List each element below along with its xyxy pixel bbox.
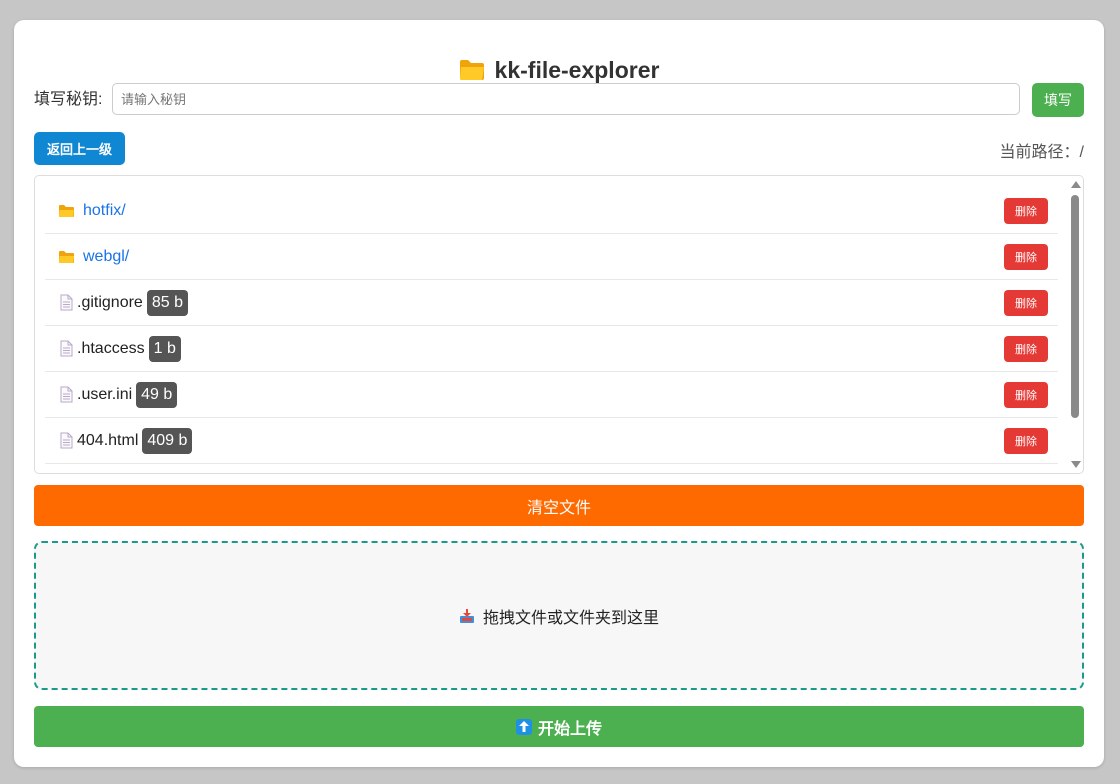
file-row[interactable]: .gitignore 85 b 删除 <box>45 280 1058 326</box>
drop-zone[interactable]: 拖拽文件或文件夹到这里 <box>34 541 1084 690</box>
file-icon <box>60 432 73 449</box>
file-name: 404.html <box>77 431 139 449</box>
file-icon <box>60 386 73 403</box>
scroll-thumb[interactable] <box>1071 195 1079 418</box>
file-name: .user.ini <box>77 385 133 403</box>
delete-button[interactable]: 删除 <box>1004 290 1048 316</box>
file-list[interactable]: hotfix/删除 webgl/删除 .gitignore 85 b 删除 .htacce… <box>34 175 1084 474</box>
file-row[interactable]: .htaccess 1 b 删除 <box>45 326 1058 372</box>
file-name: .htaccess <box>77 339 145 357</box>
delete-button[interactable]: 删除 <box>1004 198 1048 224</box>
file-icon <box>60 340 73 357</box>
secret-key-label: 填写秘钥: <box>34 91 103 108</box>
scroll-down-arrow-icon[interactable] <box>1071 461 1081 468</box>
current-path: 当前路径：/ <box>999 144 1084 161</box>
folder-icon <box>459 60 484 80</box>
start-upload-label: 开始上传 <box>537 720 602 738</box>
file-icon <box>60 294 73 311</box>
folder-link[interactable]: webgl/ <box>83 248 129 266</box>
folder-icon <box>58 203 75 219</box>
delete-button[interactable]: 删除 <box>1004 244 1048 270</box>
back-up-button[interactable]: 返回上一级 <box>34 132 125 165</box>
file-row[interactable]: .user.ini 49 b 删除 <box>45 372 1058 418</box>
secret-key-input[interactable] <box>112 83 1020 115</box>
file-list-items: hotfix/删除 webgl/删除 .gitignore 85 b 删除 .htacce… <box>45 188 1058 464</box>
file-name: .gitignore <box>77 293 143 311</box>
clear-files-button[interactable]: 清空文件 <box>34 485 1084 526</box>
folder-link[interactable]: hotfix/ <box>83 202 126 220</box>
folder-icon <box>58 249 75 265</box>
file-row[interactable]: hotfix/删除 <box>45 188 1058 234</box>
up-arrow-icon <box>515 718 532 735</box>
file-list-scrollbar[interactable] <box>1067 176 1083 473</box>
file-size-badge: 409 b <box>142 427 193 454</box>
file-size-badge: 85 b <box>146 289 188 316</box>
scroll-up-arrow-icon[interactable] <box>1071 181 1081 188</box>
main-card: kk-file-explorer 填写秘钥: 填写 返回上一级 当前路径：/ h… <box>14 20 1104 767</box>
delete-button[interactable]: 删除 <box>1004 336 1048 362</box>
app-title: kk-file-explorer <box>494 56 660 83</box>
delete-button[interactable]: 删除 <box>1004 382 1048 408</box>
file-row[interactable]: webgl/删除 <box>45 234 1058 280</box>
file-size-badge: 1 b <box>148 335 181 362</box>
file-row[interactable]: 404.html 409 b 删除 <box>45 418 1058 464</box>
fill-key-button[interactable]: 填写 <box>1032 83 1084 117</box>
delete-button[interactable]: 删除 <box>1004 428 1048 454</box>
secret-key-row: 填写秘钥: 填写 <box>34 83 1084 117</box>
file-size-badge: 49 b <box>136 381 178 408</box>
drop-zone-label: 拖拽文件或文件夹到这里 <box>482 609 659 627</box>
start-upload-button[interactable]: 开始上传 <box>34 706 1084 747</box>
inbox-tray-icon <box>459 608 474 623</box>
